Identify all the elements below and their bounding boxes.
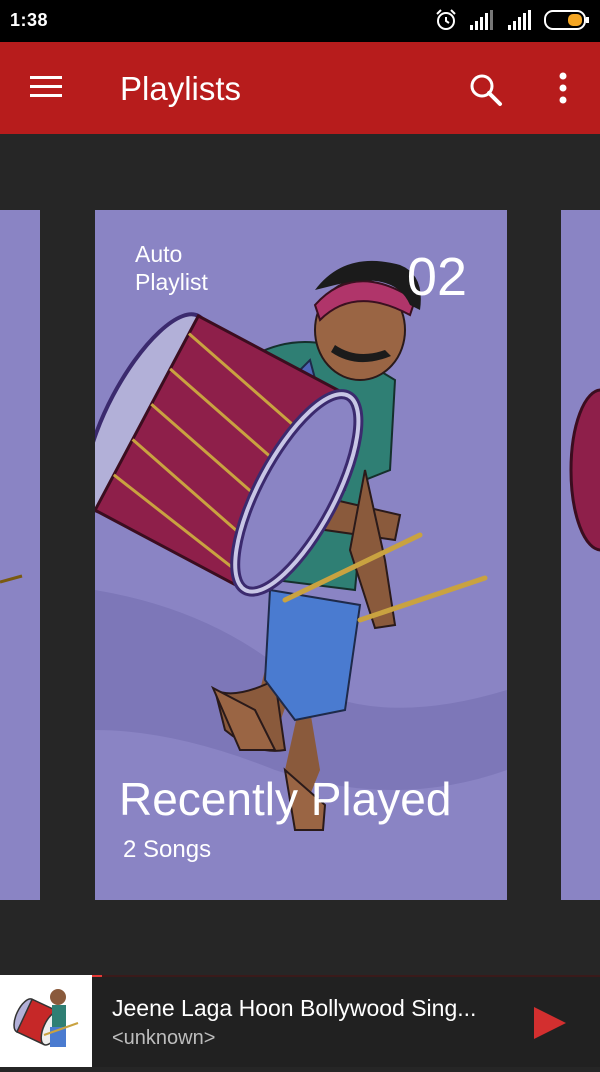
now-playing-artist: <unknown> — [112, 1027, 216, 1049]
playlist-card[interactable]: Auto Playlist 02 Recently Played 2 Songs — [95, 210, 507, 900]
signal-icon — [470, 10, 493, 30]
search-icon[interactable] — [466, 70, 506, 110]
drummer-illustration — [0, 574, 23, 584]
alarm-icon — [436, 9, 456, 30]
playback-progress — [92, 975, 600, 977]
playlist-card-next[interactable] — [561, 210, 600, 900]
status-icons — [434, 8, 590, 32]
menu-icon[interactable] — [24, 70, 68, 106]
now-playing-title: Jeene Laga Hoon Bollywood Sing... — [112, 995, 477, 1021]
app-bar: Playlists — [0, 42, 600, 134]
playlist-number: 02 — [406, 247, 467, 307]
album-art — [0, 975, 92, 1067]
playlist-song-count: 2 Songs — [123, 836, 212, 863]
mini-player[interactable]: Jeene Laga Hoon Bollywood Sing... <unkno… — [0, 975, 600, 1067]
more-vert-icon[interactable] — [548, 68, 578, 108]
playlist-name: Recently Played — [119, 773, 452, 825]
battery-icon — [544, 10, 589, 30]
drummer-illustration — [569, 388, 600, 552]
drummer-thumbnail — [0, 975, 92, 1067]
play-icon[interactable] — [530, 1003, 570, 1043]
status-time: 1:38 — [10, 10, 49, 30]
playlist-card-previous[interactable] — [0, 210, 40, 900]
playback-progress-fill — [92, 975, 103, 977]
status-bar: 1:38 — [0, 0, 600, 42]
playlist-tag: Auto Playlist — [135, 241, 208, 295]
signal-icon — [508, 10, 531, 30]
page-title: Playlists — [120, 70, 242, 107]
